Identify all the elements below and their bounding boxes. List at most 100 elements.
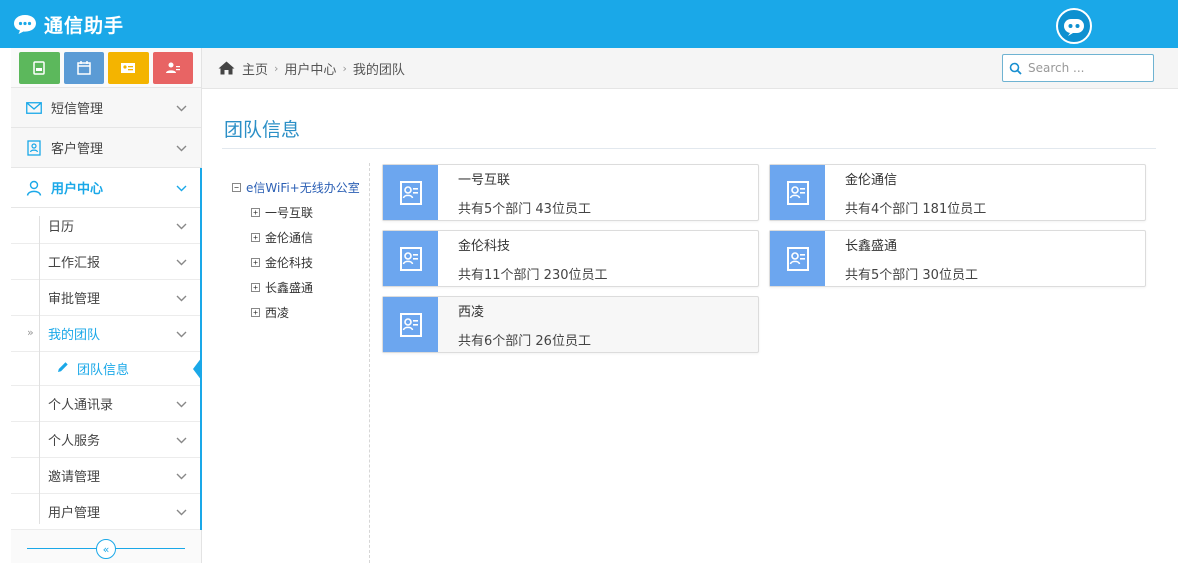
collapse-toggle-icon[interactable]: −	[232, 183, 241, 192]
chevron-down-icon	[176, 181, 187, 196]
tree-node-root[interactable]: − e信WiFi+无线办公室	[232, 175, 360, 200]
nav-item-customers[interactable]: 客户管理	[11, 128, 201, 168]
envelope-icon	[25, 99, 43, 117]
expand-toggle-icon[interactable]: +	[251, 283, 260, 292]
nav-item-label: 客户管理	[51, 142, 104, 157]
sidebar-active-rail	[200, 168, 202, 530]
sub-item-label: 我的团队	[48, 328, 101, 343]
team-stat: 共有5个部门 43位员工	[458, 201, 591, 217]
tree-node[interactable]: + 金伦科技	[232, 250, 360, 275]
panel-divider	[369, 163, 370, 563]
chevron-down-icon	[176, 505, 187, 520]
tree-node-label: 一号互联	[265, 206, 314, 220]
sidebar-tree-line	[39, 216, 40, 524]
search-box[interactable]	[1002, 54, 1154, 82]
team-card[interactable]: 金伦通信 共有4个部门 181位员工	[769, 164, 1146, 221]
breadcrumb-label: 用户中心	[284, 62, 337, 78]
team-profile-icon	[770, 165, 825, 220]
sub-item-label: 用户管理	[48, 506, 101, 521]
sub-item-label: 个人通讯录	[48, 398, 114, 413]
shortcut-message-button[interactable]	[19, 52, 60, 84]
breadcrumb-home[interactable]: 主页 ›	[242, 59, 284, 78]
app-title: 通信助手	[44, 14, 125, 37]
search-input[interactable]	[1028, 61, 1148, 75]
shortcut-calendar-button[interactable]	[63, 52, 104, 84]
shortcut-message-icon	[33, 61, 45, 75]
robot-avatar-icon	[1064, 19, 1084, 36]
tree-node[interactable]: + 金伦通信	[232, 225, 360, 250]
chevron-down-icon	[176, 255, 187, 270]
team-stat: 共有11个部门 230位员工	[458, 267, 608, 283]
shortcut-user-settings-icon	[165, 62, 180, 73]
divider	[222, 148, 1156, 149]
tree-node[interactable]: + 长鑫盛通	[232, 275, 360, 300]
double-chevron-left-icon: «	[102, 542, 110, 556]
nav-item-label: 用户中心	[51, 182, 104, 197]
chevron-right-icon: ›	[342, 61, 347, 75]
sub-item-label: 团队信息	[77, 363, 130, 378]
shortcut-bar	[11, 48, 201, 88]
home-icon[interactable]	[218, 61, 235, 75]
top-bar: 通信助手	[0, 0, 1178, 48]
double-chevron-right-icon: »	[27, 326, 34, 339]
team-profile-icon	[383, 165, 438, 220]
team-name: 长鑫盛通	[845, 238, 898, 254]
tree-node-label: 西凌	[265, 306, 290, 320]
chevron-right-icon: ›	[274, 61, 279, 75]
shortcut-contact-card-icon	[121, 63, 136, 73]
tree-node-label: e信WiFi+无线办公室	[246, 181, 360, 195]
tree-node-label: 长鑫盛通	[265, 281, 314, 295]
team-name: 西凌	[458, 304, 485, 320]
chevron-down-icon	[176, 219, 187, 234]
brand[interactable]: 通信助手	[12, 10, 124, 38]
sub-item-label: 审批管理	[48, 292, 101, 307]
address-book-icon	[25, 139, 43, 157]
shortcut-contact-card-button[interactable]	[108, 52, 149, 84]
tree-node[interactable]: + 西凌	[232, 300, 360, 325]
pencil-icon	[57, 361, 69, 377]
team-stat: 共有4个部门 181位员工	[845, 201, 987, 217]
team-card[interactable]: 一号互联 共有5个部门 43位员工	[382, 164, 759, 221]
shortcut-calendar-icon	[77, 61, 91, 75]
expand-toggle-icon[interactable]: +	[251, 258, 260, 267]
org-tree: − e信WiFi+无线办公室 + 一号互联 + 金伦通信 + 金伦科技 + 长鑫…	[232, 175, 360, 325]
breadcrumb-label: 主页	[242, 62, 269, 78]
team-card[interactable]: 长鑫盛通 共有5个部门 30位员工	[769, 230, 1146, 287]
nav-item-user-center[interactable]: 用户中心	[11, 168, 201, 208]
tree-node[interactable]: + 一号互联	[232, 200, 360, 225]
chevron-down-icon	[176, 141, 187, 156]
team-card[interactable]: 西凌 共有6个部门 26位员工	[382, 296, 759, 353]
team-profile-icon	[383, 297, 438, 352]
team-name: 金伦科技	[458, 238, 511, 254]
tree-node-label: 金伦科技	[265, 256, 314, 270]
expand-toggle-icon[interactable]: +	[251, 308, 260, 317]
breadcrumb: 主页 › 用户中心 › 我的团队	[202, 48, 1178, 89]
sidebar: 短信管理 客户管理 用户中心 日历 工作汇报 审批管理 » 我的团队 团队信息	[11, 48, 202, 563]
team-name: 金伦通信	[845, 172, 898, 188]
search-icon	[1009, 62, 1022, 75]
sub-item-label: 日历	[48, 220, 75, 235]
shortcut-user-settings-button[interactable]	[152, 52, 193, 84]
nav-item-sms[interactable]: 短信管理	[11, 88, 201, 128]
team-card[interactable]: 金伦科技 共有11个部门 230位员工	[382, 230, 759, 287]
team-name: 一号互联	[458, 172, 511, 188]
tree-node-label: 金伦通信	[265, 231, 314, 245]
breadcrumb-label: 我的团队	[352, 62, 405, 78]
user-icon	[25, 179, 43, 197]
sub-item-label: 邀请管理	[48, 470, 101, 485]
collapse-sidebar-button[interactable]: «	[96, 539, 116, 559]
chevron-down-icon	[176, 101, 187, 116]
chat-bubble-logo-icon	[12, 13, 38, 35]
chevron-down-icon	[176, 397, 187, 412]
chevron-down-icon	[176, 291, 187, 306]
expand-toggle-icon[interactable]: +	[251, 233, 260, 242]
team-profile-icon	[770, 231, 825, 286]
expand-toggle-icon[interactable]: +	[251, 208, 260, 217]
sub-item-label: 个人服务	[48, 434, 101, 449]
page-title: 团队信息	[224, 119, 301, 141]
nav-item-label: 短信管理	[51, 102, 104, 117]
chevron-down-icon	[176, 469, 187, 484]
breadcrumb-user-center[interactable]: 用户中心 ›	[284, 59, 352, 78]
user-avatar[interactable]	[1056, 8, 1092, 44]
sidebar-collapse-bar: «	[11, 535, 201, 563]
